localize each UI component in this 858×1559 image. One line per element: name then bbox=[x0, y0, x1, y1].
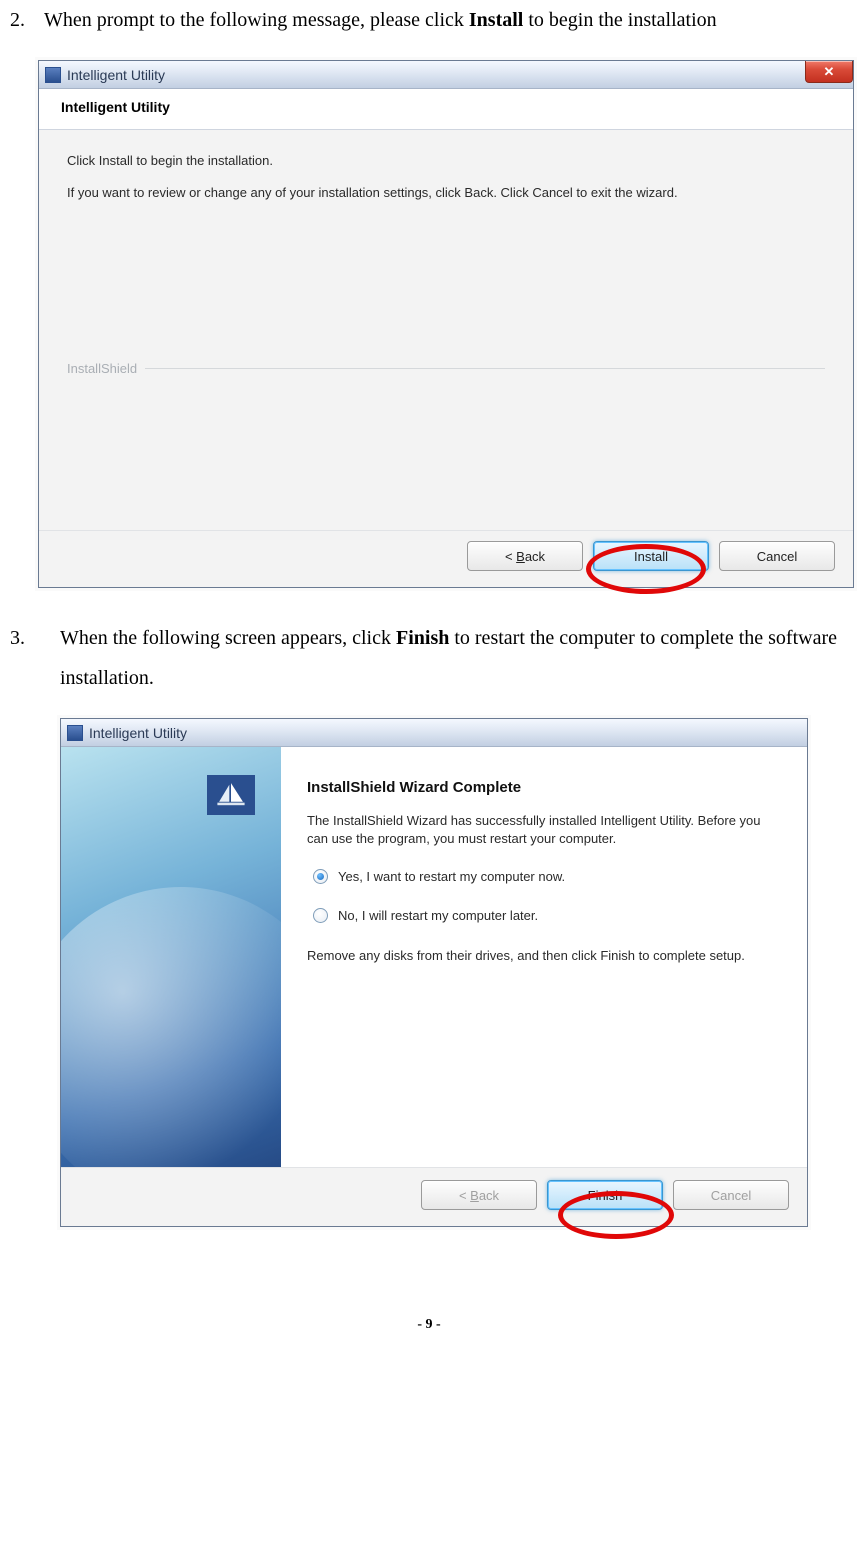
radio-yes-label: Yes, I want to restart my computer now. bbox=[338, 869, 565, 884]
sailboat-icon bbox=[214, 781, 248, 809]
radio-no-label: No, I will restart my computer later. bbox=[338, 908, 538, 923]
installshield-logo bbox=[207, 775, 255, 815]
close-button[interactable]: ✕ bbox=[805, 61, 853, 83]
step-2: 2. When prompt to the following message,… bbox=[10, 0, 848, 40]
step-3: 3. When the following screen appears, cl… bbox=[10, 618, 848, 698]
window-title: Intelligent Utility bbox=[67, 67, 165, 83]
content-line-1: Click Install to begin the installation. bbox=[67, 152, 825, 170]
step-2-bold: Install bbox=[469, 9, 523, 31]
dialog-2-wrap: Intelligent Utility InstallShield Wizard… bbox=[60, 718, 848, 1227]
back-button-2: < Back bbox=[421, 1180, 537, 1210]
radio-icon-checked bbox=[313, 869, 328, 884]
dialog-header: Intelligent Utility bbox=[39, 89, 853, 130]
dialog-1-wrap: Intelligent Utility ✕ Intelligent Utilit… bbox=[38, 60, 848, 588]
page-number: - 9 - bbox=[10, 1317, 848, 1333]
cancel-button[interactable]: Cancel bbox=[719, 541, 835, 571]
complete-heading: InstallShield Wizard Complete bbox=[307, 779, 781, 796]
install-button-label: Install bbox=[634, 549, 668, 564]
step-2-number: 2. bbox=[10, 0, 44, 40]
finish-button[interactable]: Finish bbox=[547, 1180, 663, 1210]
wizard-side-image bbox=[61, 747, 281, 1167]
decorative-swoosh bbox=[61, 862, 281, 1167]
step-2-text: When prompt to the following message, pl… bbox=[44, 0, 848, 40]
step-3-text: When the following screen appears, click… bbox=[60, 618, 848, 698]
right-panel: InstallShield Wizard Complete The Instal… bbox=[281, 747, 807, 1167]
step-3-before: When the following screen appears, click bbox=[60, 627, 396, 649]
step-3-number: 3. bbox=[10, 618, 60, 698]
split-content: InstallShield Wizard Complete The Instal… bbox=[61, 747, 807, 1167]
titlebar-2: Intelligent Utility bbox=[61, 719, 807, 747]
radio-restart-now[interactable]: Yes, I want to restart my computer now. bbox=[313, 869, 781, 884]
close-icon: ✕ bbox=[824, 64, 835, 80]
radio-icon-unchecked bbox=[313, 908, 328, 923]
window-title-2: Intelligent Utility bbox=[89, 725, 187, 741]
divider bbox=[145, 368, 825, 369]
button-row: < Back Install Cancel bbox=[39, 530, 853, 587]
finish-dialog: Intelligent Utility InstallShield Wizard… bbox=[60, 718, 808, 1227]
complete-para2: Remove any disks from their drives, and … bbox=[307, 947, 781, 965]
cancel-button-label: Cancel bbox=[757, 549, 797, 564]
back-button-2-label: < Back bbox=[459, 1188, 499, 1203]
dialog-header-title: Intelligent Utility bbox=[61, 99, 831, 115]
back-button[interactable]: < Back bbox=[467, 541, 583, 571]
installshield-label: InstallShield bbox=[67, 361, 137, 376]
app-icon-2 bbox=[67, 725, 83, 741]
back-button-label: < Back bbox=[505, 549, 545, 564]
step-2-after: to begin the installation bbox=[523, 9, 716, 31]
button-row-2: < Back Finish Cancel bbox=[61, 1167, 807, 1226]
complete-para1: The InstallShield Wizard has successfull… bbox=[307, 812, 781, 847]
content-line-2: If you want to review or change any of y… bbox=[67, 184, 825, 202]
finish-button-label: Finish bbox=[588, 1188, 623, 1203]
install-dialog: Intelligent Utility ✕ Intelligent Utilit… bbox=[38, 60, 854, 588]
cancel-button-2: Cancel bbox=[673, 1180, 789, 1210]
install-button[interactable]: Install bbox=[593, 541, 709, 571]
step-3-bold: Finish bbox=[396, 627, 449, 649]
app-icon bbox=[45, 67, 61, 83]
radio-restart-later[interactable]: No, I will restart my computer later. bbox=[313, 908, 781, 923]
dialog-content: Click Install to begin the installation.… bbox=[39, 130, 853, 530]
cancel-button-2-label: Cancel bbox=[711, 1188, 751, 1203]
step-2-before: When prompt to the following message, pl… bbox=[44, 9, 469, 31]
titlebar: Intelligent Utility ✕ bbox=[39, 61, 853, 89]
installshield-label-row: InstallShield bbox=[67, 361, 825, 376]
